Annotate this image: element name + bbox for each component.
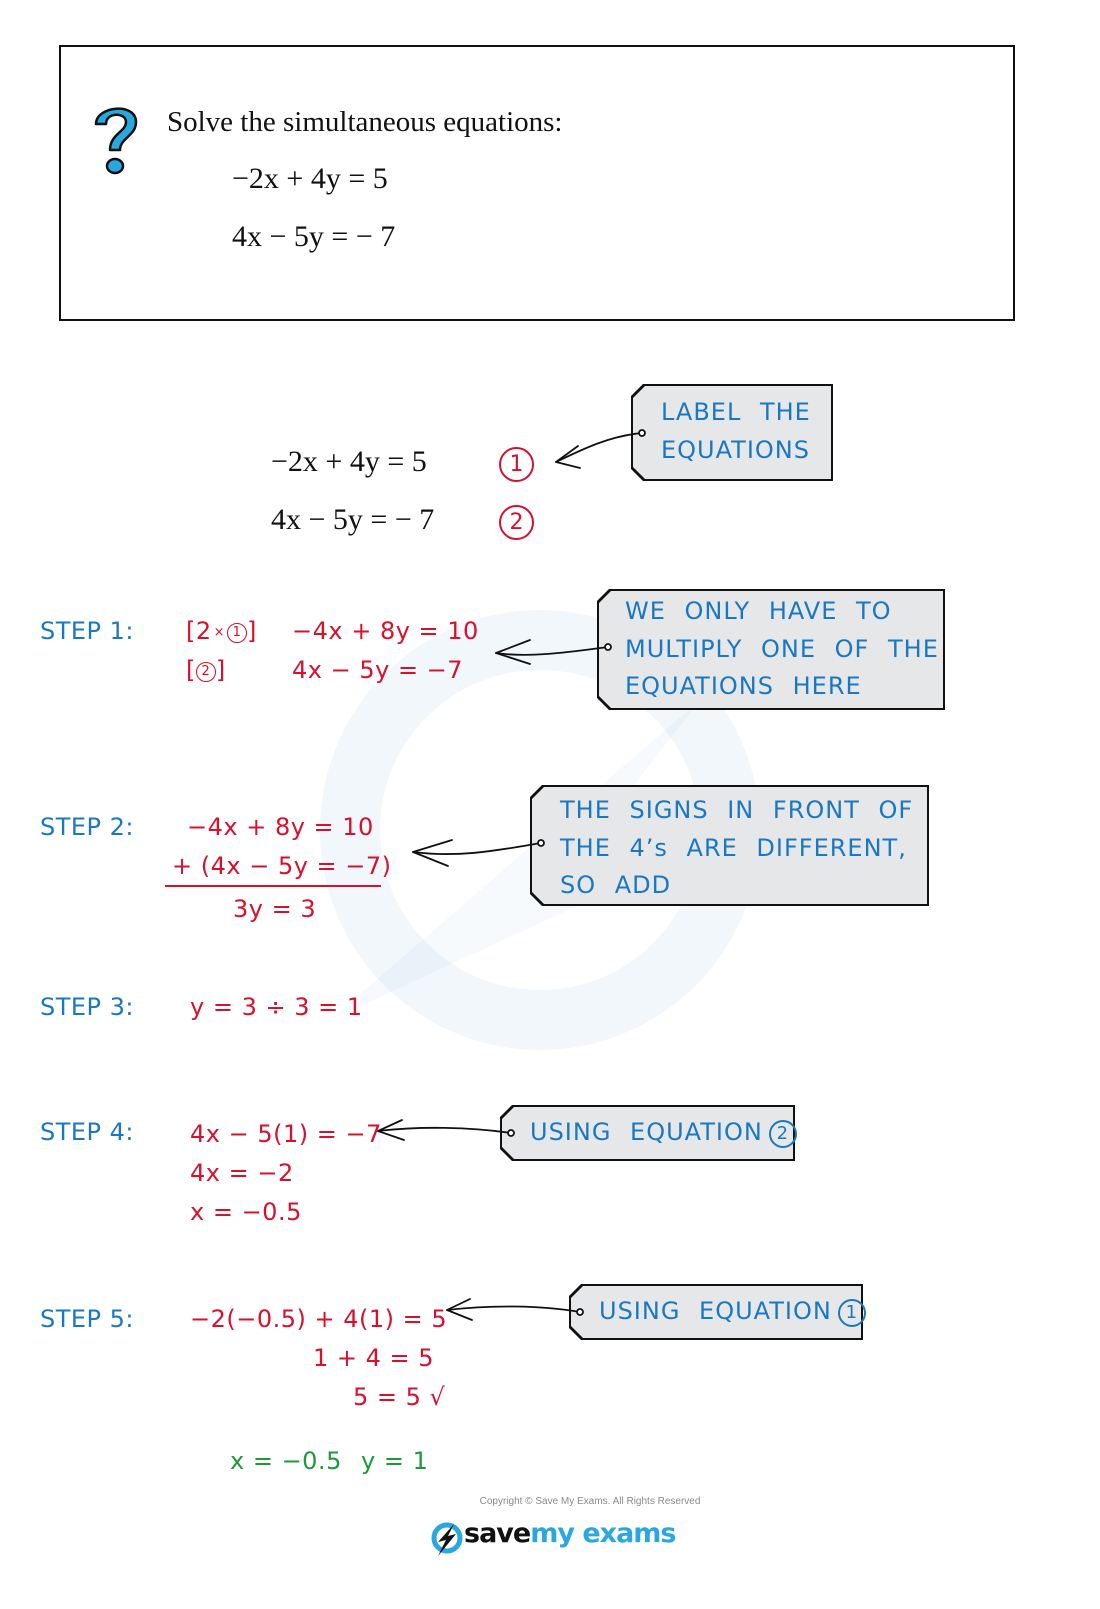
question-equation-2: 4x − 5y = − 7 [232, 220, 395, 254]
circled-number: 1 [499, 447, 534, 482]
copyright-notice: Copyright © Save My Exams. All Rights Re… [479, 1496, 701, 1507]
note-using-equation-2: USING EQUATION 2 [500, 1105, 797, 1161]
note-line: USING EQUATION [530, 1118, 763, 1146]
note-line: USING EQUATION [599, 1297, 832, 1325]
step-4-line-1: 4x − 5(1) = −7 [190, 1120, 382, 1148]
step-4-label: STEP 4: [40, 1118, 135, 1146]
lightning-bolt-logo-icon [431, 1522, 463, 1557]
times-sign: × [213, 625, 226, 640]
step-2-line-1: −4x + 8y = 10 [187, 813, 374, 841]
question-prompt: Solve the simultaneous equations: [167, 106, 563, 138]
step-2-line-2: + (4x − 5y = −7) [172, 852, 392, 880]
step-1-prefix-1: [2 × 1] [186, 617, 257, 645]
note-line: SO ADD [560, 871, 672, 899]
note-line: WE ONLY HAVE TO [625, 597, 892, 625]
note-line: EQUATIONS HERE [625, 672, 862, 700]
note-line: THE 4’s ARE DIFFERENT, [560, 833, 907, 862]
labelled-equation-1: −2x + 4y = 5 [271, 445, 427, 478]
note-line: MULTIPLY ONE OF THE [625, 634, 939, 663]
arrow-multiply [495, 639, 612, 665]
bracket-text: [2 [186, 617, 212, 645]
arrow-using-2 [377, 1119, 515, 1141]
question-mark-icon [94, 107, 138, 175]
note-using-equation-1: USING EQUATION 1 [569, 1284, 866, 1340]
circled-number-icon: 2 [195, 662, 216, 682]
step-2-result: 3y = 3 [233, 895, 317, 923]
labelled-equation-2: 4x − 5y = − 7 [271, 503, 435, 536]
circled-number-icon: 2 [768, 1120, 797, 1148]
step-5-line-1: −2(−0.5) + 4(1) = 5 [190, 1305, 448, 1333]
equation-label-2-icon: 2 [499, 505, 534, 540]
step-5-line-3: 5 = 5 √ [353, 1383, 446, 1411]
equation-label-1-icon: 1 [499, 447, 534, 482]
equation-text: 4x − 5y = − 7 [232, 220, 396, 253]
bracket-text: ] [247, 617, 257, 645]
step-5-label: STEP 5: [40, 1305, 135, 1333]
note-line: EQUATIONS [661, 435, 810, 464]
brand-name-myexams: my exams [530, 1518, 676, 1549]
brand-name-save: save [464, 1518, 531, 1549]
brand-logo[interactable]: savemy exams [430, 1518, 677, 1558]
note-signs-different: THE SIGNS IN FRONT OF THE 4’s ARE DIFFER… [530, 785, 929, 906]
arrow-signs [412, 839, 545, 867]
step-3-label: STEP 3: [40, 993, 135, 1021]
circled-number-icon: 1 [227, 623, 248, 643]
step-4-line-2: 4x = −2 [190, 1159, 294, 1187]
answer-x: x = −0.5 [230, 1447, 342, 1475]
circled-number-icon: 1 [837, 1299, 866, 1327]
arrow-using-1 [446, 1298, 584, 1321]
bracket-text: [ [186, 656, 196, 684]
step-1-prefix-2: [2] [186, 656, 226, 684]
note-line: LABEL THE [661, 398, 811, 426]
note-multiply: WE ONLY HAVE TO MULTIPLY ONE OF THE EQUA… [597, 589, 945, 710]
step-1-line-2: 4x − 5y = −7 [292, 656, 464, 684]
step-5-line-2: 1 + 4 = 5 [313, 1344, 435, 1372]
note-line: THE SIGNS IN FRONT OF [560, 796, 914, 824]
note-label-equations: LABEL THE EQUATIONS [631, 384, 833, 481]
question-equation-1: −2x + 4y = 5 [232, 162, 388, 196]
circled-number: 2 [499, 505, 534, 540]
step-2-label: STEP 2: [40, 813, 135, 841]
step-1-line-1: −4x + 8y = 10 [292, 617, 479, 645]
equation-text: −2x + 4y = 5 [232, 162, 388, 195]
answer-y: y = 1 [361, 1447, 429, 1475]
step-4-line-3: x = −0.5 [190, 1198, 302, 1226]
step-3-line-1: y = 3 ÷ 3 = 1 [190, 993, 363, 1021]
question-box [59, 45, 1015, 321]
step-1-label: STEP 1: [40, 617, 135, 645]
bracket-text: ] [215, 656, 226, 684]
